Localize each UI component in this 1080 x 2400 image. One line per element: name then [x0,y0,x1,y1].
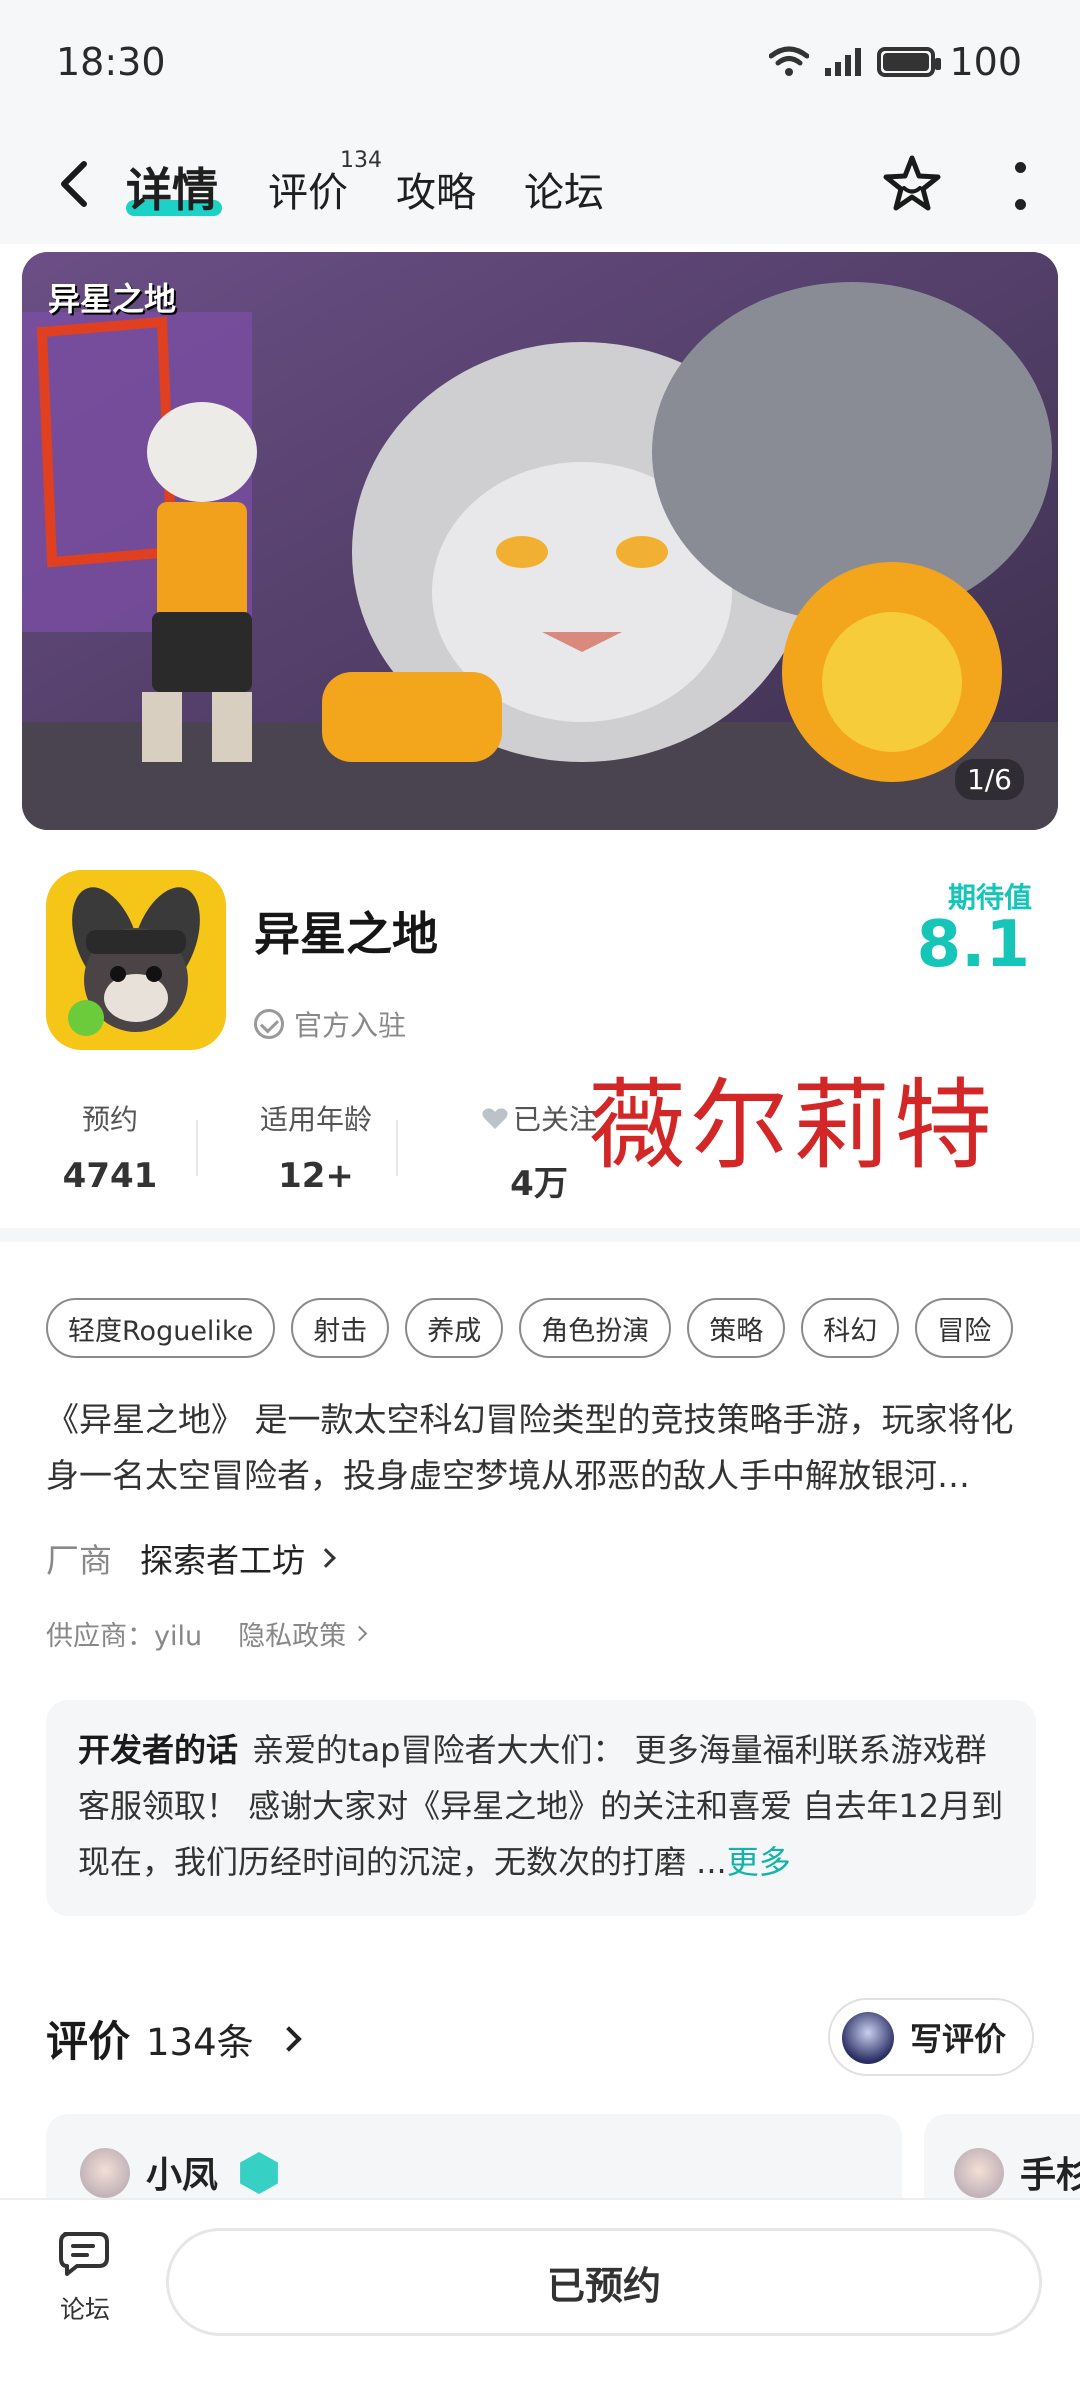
stat-label: 适用年龄 [259,1103,372,1136]
tag-chip[interactable]: 射击 [291,1298,390,1358]
tab-reviews[interactable]: 评价 [268,160,348,218]
top-nav: 详情 评价 134 攻略 论坛 [0,124,1080,244]
stat-value: 12+ [278,1156,354,1196]
tag-chip[interactable]: 策略 [687,1298,786,1358]
app-icon-artwork [46,870,226,1050]
chevron-right-icon [316,1548,336,1568]
official-badge: 官方入驻 [254,1004,406,1044]
privacy-policy-link[interactable]: 隐私政策 [238,1614,368,1653]
banner-page-counter: 1/6 [954,759,1024,800]
tab-details[interactable]: 详情 [126,154,218,220]
avatar [954,2148,1004,2198]
game-banner[interactable]: 异星之地 1/6 [22,252,1058,830]
section-divider [0,1228,1080,1242]
status-time: 18:30 [56,40,166,84]
star-icon[interactable] [880,152,944,216]
stat-label: 预约 [81,1103,138,1136]
write-review-label: 写评价 [909,2020,1006,2058]
app-name: 异星之地 [254,907,438,961]
banner-logo: 异星之地 [48,280,177,318]
supplier-row: 供应商：yilu 隐私政策 [46,1614,368,1653]
supplier-text: 供应商：yilu [46,1621,203,1652]
bottom-action-bar: 论坛 已预约 [0,2198,1080,2400]
developer-note-label: 开发者的话 [78,1731,239,1769]
reviewer-name: 手杉 [1020,2155,1080,2196]
tag-chip[interactable]: 轻度Roguelike [46,1298,276,1358]
battery-icon [877,47,942,77]
back-icon[interactable] [54,160,94,208]
official-label: 官方入驻 [294,1009,407,1042]
reviews-count: 134条 [146,2020,254,2064]
game-description[interactable]: 《异星之地》 是一款太空科幻冒险类型的竞技策略手游，玩家将化身一名太空冒险者，投… [46,1392,1036,1504]
tab-forum[interactable]: 论坛 [524,160,604,218]
stat-divider [396,1120,398,1176]
tag-chip[interactable]: 科幻 [801,1298,900,1358]
reviews-title: 评价 [46,2017,131,2066]
tag-chip[interactable]: 养成 [405,1298,504,1358]
developer-note[interactable]: 开发者的话 亲爱的tap冒险者大大们： 更多海量福利联系游戏群客服领取！ 感谢大家… [46,1700,1036,1916]
app-icon [46,870,226,1050]
status-icons: 100 [769,40,1022,84]
stat-value: 4741 [62,1156,158,1196]
write-review-button[interactable]: 写评价 [828,1998,1034,2076]
expectation-score: 8.1 [916,908,1030,982]
reviews-header[interactable]: 评价 134条 [46,2008,302,2069]
banner-artwork [22,252,1058,830]
forum-button[interactable]: 论坛 [50,2228,120,2326]
stat-reservations: 预约 4741 [46,1098,174,1205]
reserved-button[interactable]: 已预约 [166,2228,1042,2336]
avatar [842,2012,894,2064]
stat-divider [196,1120,198,1176]
heart-icon [482,1108,508,1129]
chat-bubble-icon [59,2232,109,2276]
tag-chip[interactable]: 冒险 [915,1298,1014,1358]
chevron-right-icon [275,2025,302,2052]
status-bar: 18:30 100 [0,0,1080,124]
chevron-right-icon [351,1625,368,1642]
battery-level: 100 [949,40,1022,84]
forum-label: 论坛 [59,2295,110,2324]
watermark-text: 薇尔莉特 [588,1069,997,1183]
vendor-row[interactable]: 厂商 探索者工坊 [46,1534,336,1582]
verified-icon [254,1009,284,1039]
wifi-icon [769,46,810,76]
app-stats: 预约 4741 适用年龄 12+ 已关注 4万 [46,1098,634,1205]
privacy-label: 隐私政策 [238,1621,347,1652]
reviewer-name: 小凤 [146,2155,219,2196]
more-icon[interactable] [1010,162,1030,210]
signal-icon [825,48,862,76]
follow-label: 已关注 [512,1103,597,1136]
tab-guides[interactable]: 攻略 [396,160,476,218]
tag-chip[interactable]: 角色扮演 [519,1298,672,1358]
level-badge-icon [240,2152,278,2194]
reviews-count-badge: 134 [340,148,382,173]
stat-age-rating: 适用年龄 12+ [218,1098,414,1205]
vendor-name: 探索者工坊 [140,1541,305,1580]
vendor-label: 厂商 [46,1541,112,1580]
tag-list: 轻度Roguelike 射击 养成 角色扮演 策略 科幻 冒险 [46,1298,1014,1358]
more-link[interactable]: 更多 [727,1843,791,1881]
avatar [80,2148,130,2198]
